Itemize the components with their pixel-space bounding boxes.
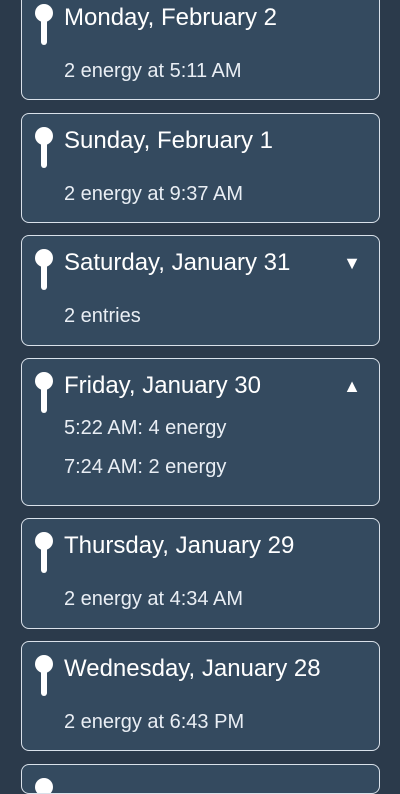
pin-icon — [35, 372, 53, 413]
energy-entry: 7:24 AM: 2 energy — [64, 456, 227, 478]
day-title: Wednesday, January 28 — [64, 655, 321, 682]
day-summary: 2 energy at 5:11 AM — [64, 60, 242, 82]
collapse-toggle[interactable]: ▲ — [343, 376, 361, 396]
energy-entry: 5:22 AM: 4 energy — [64, 417, 227, 439]
day-card-thursday[interactable]: Thursday, January 29 2 energy at 4:34 AM — [21, 518, 380, 629]
day-card-monday[interactable]: Monday, February 2 2 energy at 5:11 AM — [21, 0, 380, 100]
day-title: Monday, February 2 — [64, 4, 277, 31]
expand-toggle[interactable]: ▼ — [343, 253, 361, 273]
day-title: Thursday, January 29 — [64, 532, 295, 559]
day-summary: 2 energy at 6:43 PM — [64, 711, 245, 733]
day-card-saturday[interactable]: Saturday, January 31 ▼ 2 entries — [21, 235, 380, 346]
day-card-wednesday[interactable]: Wednesday, January 28 2 energy at 6:43 P… — [21, 641, 380, 751]
pin-icon — [35, 127, 53, 168]
pin-icon — [35, 4, 53, 45]
day-title: Saturday, January 31 — [64, 249, 291, 276]
day-title: Friday, January 30 — [64, 372, 261, 399]
day-summary: 2 energy at 9:37 AM — [64, 183, 244, 205]
pin-icon — [35, 249, 53, 290]
day-summary: 2 entries — [64, 305, 141, 327]
day-card-sunday[interactable]: Sunday, February 1 2 energy at 9:37 AM — [21, 113, 380, 223]
day-title: Sunday, February 1 — [64, 127, 274, 154]
day-summary: 2 energy at 4:34 AM — [64, 588, 244, 610]
day-card-friday[interactable]: Friday, January 30 ▲ 5:22 AM: 4 energy 7… — [21, 358, 380, 506]
pin-icon — [35, 532, 53, 573]
pin-icon — [35, 655, 53, 696]
day-card-partial[interactable] — [21, 764, 380, 794]
